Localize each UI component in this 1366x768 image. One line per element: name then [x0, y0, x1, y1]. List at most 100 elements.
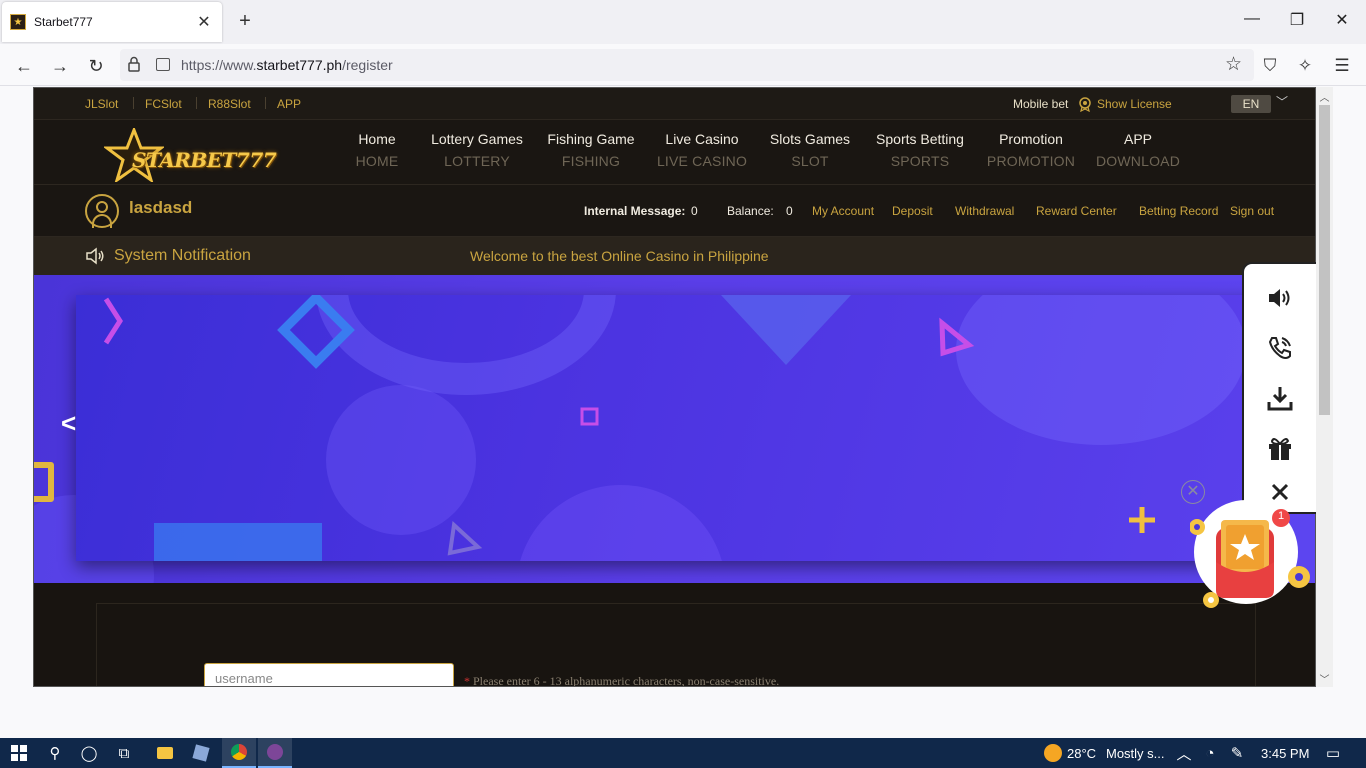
nav-label: Live Casino	[665, 131, 739, 147]
nav-sublabel: SPORTS	[890, 153, 950, 169]
banner-decor-shapes	[103, 295, 1155, 561]
username[interactable]: lasdasd	[129, 198, 192, 218]
nav-label: Slots Games	[769, 131, 851, 147]
carousel-prev-arrow[interactable]: <	[61, 408, 76, 439]
nav-label: Promotion	[999, 131, 1063, 147]
top-link-app[interactable]: APP	[277, 97, 301, 111]
close-tab-icon[interactable]: ✕	[194, 12, 214, 32]
nav-label: Fishing Game	[547, 131, 635, 147]
file-explorer-icon[interactable]	[148, 738, 182, 768]
nav-app-download[interactable]: APP DOWNLOAD	[1094, 131, 1182, 169]
bookmark-star-icon[interactable]: ☆	[1225, 53, 1242, 76]
tab-title: Starbet777	[34, 15, 93, 29]
withdrawal-link[interactable]: Withdrawal	[955, 204, 1014, 218]
weather-description[interactable]: Mostly s...	[1106, 746, 1165, 761]
weather-temperature[interactable]: 28°C	[1067, 746, 1096, 761]
betting-record-link[interactable]: Betting Record	[1139, 204, 1218, 218]
shield-icon[interactable]: ⛉	[1258, 54, 1282, 78]
balance-label: Balance:	[727, 204, 774, 218]
task-view-icon[interactable]: ⧉	[107, 738, 141, 768]
close-window-button[interactable]: ✕	[1330, 10, 1354, 30]
forward-arrow-icon[interactable]: →	[48, 54, 72, 78]
phone-call-icon[interactable]	[1266, 334, 1294, 362]
back-arrow-icon[interactable]: ←	[12, 54, 36, 78]
clock-time[interactable]: 3:45 PM	[1261, 746, 1309, 761]
top-link-fcslot[interactable]: FCSlot	[145, 97, 182, 111]
gift-icon[interactable]	[1266, 434, 1294, 462]
page-scrollbar[interactable]: ︿ ﹀	[1316, 87, 1333, 687]
nav-sports-betting[interactable]: Sports Betting SPORTS	[870, 131, 970, 169]
scroll-down-arrow-icon[interactable]: ﹀	[1316, 671, 1333, 686]
banner-slide[interactable]	[76, 295, 1256, 561]
register-section: * Please enter 6 - 13 alphanumeric chara…	[34, 583, 1315, 686]
internal-message-label[interactable]: Internal Message:	[584, 204, 685, 218]
minimize-window-button[interactable]: —	[1240, 10, 1264, 28]
app-icon[interactable]	[184, 738, 218, 768]
license-icon	[1079, 97, 1091, 112]
reward-envelope-icon	[1190, 500, 1310, 608]
my-account-link[interactable]: My Account	[812, 204, 874, 218]
new-tab-button[interactable]: +	[234, 10, 256, 33]
nav-label: Home	[358, 131, 396, 147]
web-page: JLSlot FCSlot R88Slot APP Mobile bet Sho…	[33, 87, 1316, 687]
nav-home[interactable]: Home HOME	[344, 131, 410, 169]
sign-out-link[interactable]: Sign out	[1230, 204, 1274, 218]
nav-promotion[interactable]: Promotion PROMOTION	[986, 131, 1076, 169]
decor-shape	[34, 462, 54, 502]
floating-side-panel	[1242, 262, 1316, 514]
extensions-icon[interactable]: ✧	[1293, 54, 1317, 78]
chevron-down-icon[interactable]: ﹀	[1276, 93, 1288, 110]
show-license-link[interactable]: Show License	[1097, 97, 1172, 111]
windows-start-icon[interactable]	[2, 738, 36, 768]
nav-sublabel: FISHING	[561, 153, 621, 169]
top-link-r88slot[interactable]: R88Slot	[208, 97, 251, 111]
nav-sublabel: HOME	[355, 153, 399, 169]
mobile-bet-link[interactable]: Mobile bet	[1013, 97, 1068, 111]
scrollbar-thumb[interactable]	[1319, 105, 1330, 415]
url-text[interactable]: https://www.starbet777.ph/register	[181, 57, 393, 73]
menu-hamburger-icon[interactable]: ☰	[1330, 54, 1354, 78]
site-favicon-icon: ★	[10, 14, 26, 30]
nav-sublabel: LOTTERY	[444, 153, 510, 169]
reward-center-link[interactable]: Reward Center	[1036, 204, 1117, 218]
banner-carousel[interactable]: <	[34, 275, 1315, 583]
restore-window-button[interactable]: ❐	[1285, 10, 1309, 30]
top-links-bar: JLSlot FCSlot R88Slot APP Mobile bet Sho…	[34, 88, 1315, 120]
site-logo[interactable]: STARBET777	[104, 128, 277, 182]
windows-taskbar: ⚲ ◯ ⧉ 28°C Mostly s... ︿ ◔ ✎ 3:45 PM ▭	[0, 738, 1366, 768]
nav-lottery-games[interactable]: Lottery Games LOTTERY	[427, 131, 527, 169]
speaker-icon	[86, 247, 104, 265]
weather-icon[interactable]	[1036, 738, 1070, 768]
nav-fishing-game[interactable]: Fishing Game FISHING	[542, 131, 640, 169]
avatar-icon[interactable]	[85, 194, 119, 228]
balance-value: 0	[786, 204, 793, 218]
page-permissions-icon[interactable]	[156, 58, 170, 71]
divider	[265, 97, 266, 109]
reward-gift-widget[interactable]: 1	[1190, 500, 1314, 612]
top-link-jlslot[interactable]: JLSlot	[85, 97, 118, 111]
lock-icon[interactable]	[128, 56, 140, 72]
internal-message-count: 0	[691, 204, 698, 218]
notifications-icon[interactable]: ▭	[1316, 738, 1350, 768]
pen-icon[interactable]: ✎	[1220, 738, 1254, 768]
address-bar[interactable]: https://www.starbet777.ph/register ☆	[120, 49, 1254, 81]
divider	[133, 97, 134, 109]
nav-slots-games[interactable]: Slots Games SLOT	[767, 131, 853, 169]
cortana-icon[interactable]: ◯	[72, 738, 106, 768]
deposit-link[interactable]: Deposit	[892, 204, 933, 218]
language-selector[interactable]: EN	[1231, 95, 1271, 113]
chrome-icon[interactable]	[222, 738, 256, 768]
nav-sublabel: PROMOTION	[986, 153, 1076, 169]
search-icon[interactable]: ⚲	[38, 738, 72, 768]
scroll-up-arrow-icon[interactable]: ︿	[1316, 89, 1333, 104]
nav-sublabel: LIVE CASINO	[656, 153, 748, 169]
username-input[interactable]	[204, 663, 454, 686]
main-navigation: STARBET777 Home HOME Lottery Games LOTTE…	[34, 120, 1315, 185]
nav-live-casino[interactable]: Live Casino LIVE CASINO	[654, 131, 750, 169]
user-bar: lasdasd Internal Message: 0 Balance: 0 M…	[34, 185, 1315, 237]
tor-browser-icon[interactable]	[258, 738, 292, 768]
speaker-icon[interactable]	[1266, 284, 1294, 312]
download-icon[interactable]	[1266, 384, 1294, 412]
reload-icon[interactable]: ↻	[84, 54, 108, 78]
browser-tab[interactable]: ★ Starbet777 ✕	[2, 2, 222, 42]
